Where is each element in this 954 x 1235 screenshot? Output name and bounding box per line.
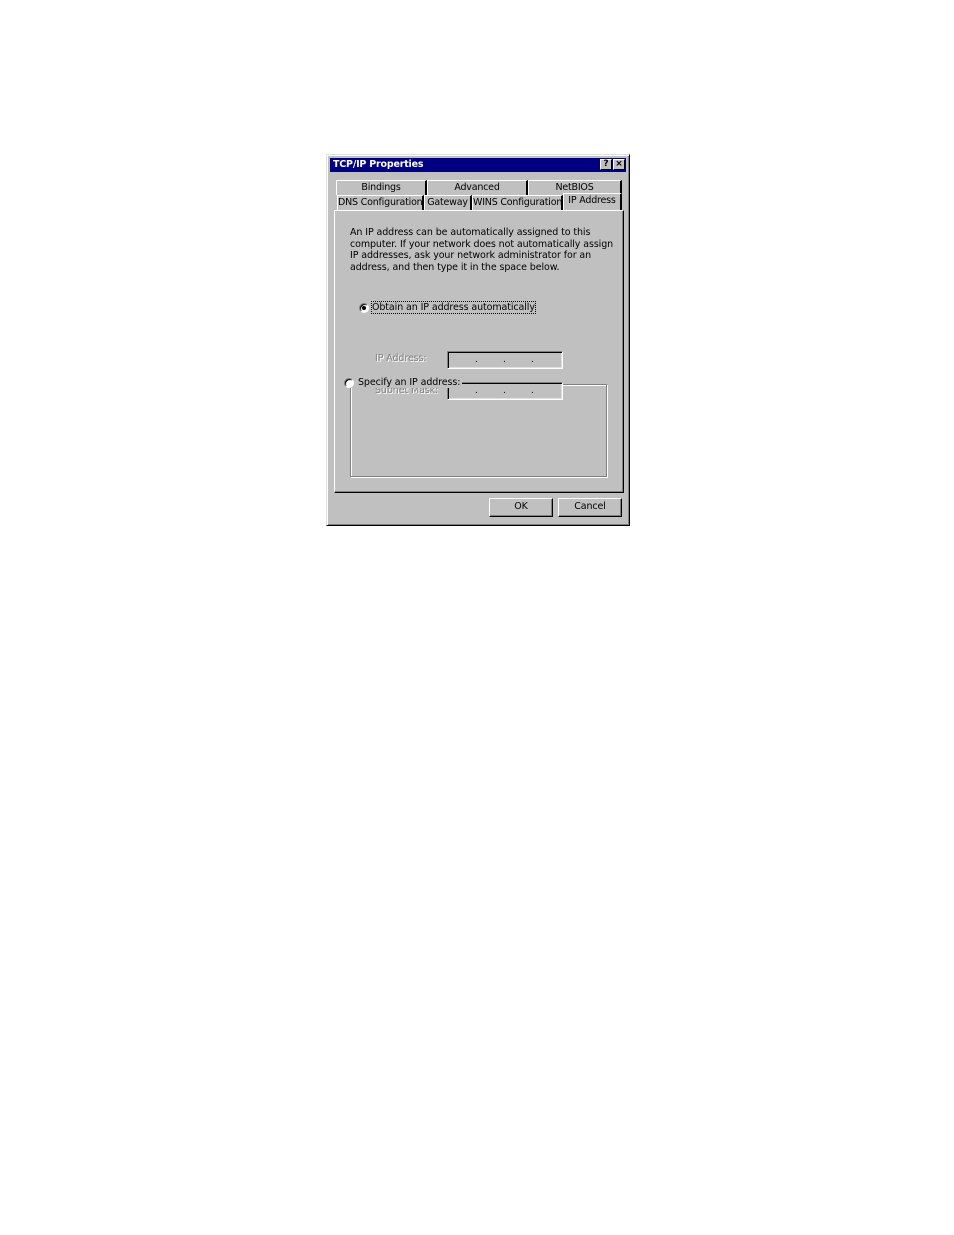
ip-octet-2[interactable] [478, 354, 505, 366]
subnet-octet-4[interactable] [534, 385, 561, 397]
ip-address-label: IP Address: [375, 353, 427, 364]
window-title: TCP/IP Properties [333, 159, 424, 170]
tab-wins-configuration[interactable]: WINS Configuration [472, 195, 563, 210]
subnet-mask-field[interactable]: . . . [447, 382, 563, 400]
ip-octet-1[interactable] [450, 354, 477, 366]
description-text: An IP address can be automatically assig… [350, 227, 614, 273]
tab-gateway[interactable]: Gateway [424, 195, 472, 210]
obtain-ip-label[interactable]: Obtain an IP address automatically [371, 301, 536, 314]
tab-advanced[interactable]: Advanced [427, 180, 528, 195]
tab-dns-configuration[interactable]: DNS Configuration [337, 195, 424, 210]
ok-button[interactable]: OK [489, 498, 553, 517]
title-bar[interactable]: TCP/IP Properties ? × [330, 158, 626, 172]
ip-octet-3[interactable] [506, 354, 533, 366]
ip-address-panel: An IP address can be automatically assig… [334, 210, 624, 493]
tab-ip-address[interactable]: IP Address [563, 193, 622, 210]
tab-bindings[interactable]: Bindings [336, 180, 427, 195]
specify-ip-label[interactable]: Specify an IP address: [358, 377, 460, 388]
obtain-ip-radio[interactable] [359, 303, 369, 313]
tcpip-properties-dialog: TCP/IP Properties ? × Bindings Advanced … [326, 154, 630, 526]
specify-ip-legend: Specify an IP address: [344, 377, 463, 388]
specify-ip-radio[interactable] [344, 377, 354, 388]
ip-octet-4[interactable] [534, 354, 561, 366]
close-button[interactable]: × [613, 159, 625, 170]
help-button[interactable]: ? [600, 159, 612, 170]
subnet-octet-2[interactable] [478, 385, 505, 397]
subnet-octet-3[interactable] [506, 385, 533, 397]
radio-selected-dot [362, 306, 366, 310]
cancel-button[interactable]: Cancel [558, 498, 622, 517]
ip-address-field[interactable]: . . . [447, 351, 563, 369]
